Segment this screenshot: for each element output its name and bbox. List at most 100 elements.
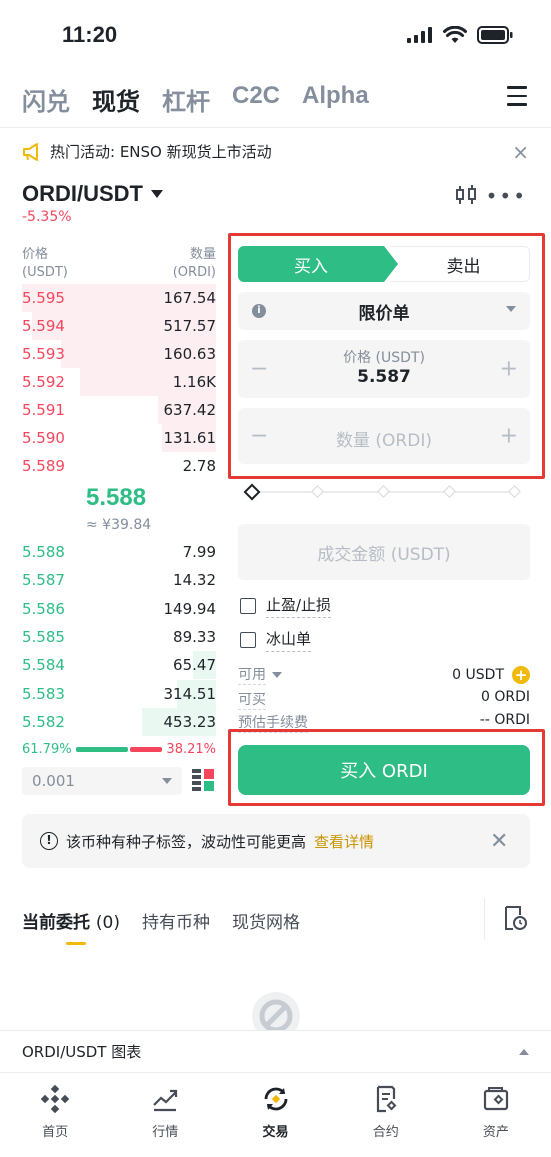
price-label: 价格 (USDT) — [343, 350, 425, 366]
warning-details-link[interactable]: 查看详情 — [314, 831, 374, 852]
alert-icon: ! — [40, 832, 58, 850]
last-price-fiat: ≈ ¥39.84 — [86, 517, 152, 533]
nav-trade[interactable]: 交易 — [220, 1073, 330, 1157]
bid-row[interactable]: 5.583 314.51 — [22, 680, 216, 708]
ask-row[interactable]: 5.593 160.63 — [22, 340, 216, 368]
orders-tabs: 当前委托 (0) 持有币种 现货网格 — [22, 908, 300, 933]
quantity-input[interactable]: − 数量 (ORDI) + — [238, 408, 530, 464]
ask-row[interactable]: 5.591 637.42 — [22, 396, 216, 424]
slider-tick-50[interactable] — [377, 485, 390, 498]
nav-assets[interactable]: 资产 — [441, 1073, 551, 1157]
ask-row[interactable]: 5.594 517.57 — [22, 312, 216, 340]
announcement-bar[interactable]: 热门活动: ENSO 新现货上市活动 — [22, 141, 272, 162]
contract-doc-icon — [376, 1085, 397, 1113]
can-buy-value: 0 ORDI — [480, 689, 530, 705]
warning-text: 该币种有种子标签，波动性可能更高 — [66, 832, 307, 851]
price-header: 价格 (USDT) — [22, 247, 68, 280]
orderbook-layout-icon[interactable] — [192, 769, 214, 791]
signal-icon — [407, 27, 432, 43]
buy-tab[interactable]: 买入 — [238, 246, 384, 282]
slider-tick-75[interactable] — [443, 485, 456, 498]
caret-down-icon — [506, 306, 516, 312]
ask-row[interactable]: 5.595 167.54 — [22, 284, 216, 312]
total-amount-input[interactable]: 成交金额 (USDT) — [238, 524, 530, 580]
add-funds-icon[interactable]: + — [512, 665, 530, 684]
tab-holdings[interactable]: 持有币种 — [142, 908, 210, 933]
trend-chart-icon — [153, 1089, 178, 1112]
nav-home[interactable]: 首页 — [0, 1073, 110, 1157]
bid-row[interactable]: 5.587 14.32 — [22, 566, 216, 594]
bid-row[interactable]: 5.585 89.33 — [22, 623, 216, 651]
menu-icon[interactable] — [507, 86, 527, 108]
price-increment-button[interactable]: + — [500, 357, 518, 382]
last-price[interactable]: 5.588 — [86, 484, 146, 512]
tab-alpha[interactable]: Alpha — [302, 82, 369, 117]
active-tab-indicator — [66, 942, 86, 945]
ask-row[interactable]: 5.589 2.78 — [22, 452, 216, 480]
nav-futures-label: 合约 — [372, 1125, 399, 1140]
precision-value: 0.001 — [32, 772, 75, 790]
qty-increment-button[interactable]: + — [500, 424, 518, 449]
can-buy-row: 可买 0 ORDI — [238, 689, 530, 710]
tab-spot[interactable]: 现货 — [92, 82, 140, 117]
slider-tick-25[interactable] — [311, 485, 324, 498]
pair-name: ORDI/USDT — [22, 181, 143, 206]
slider-handle[interactable] — [243, 483, 261, 501]
can-buy-label: 可买 — [238, 689, 266, 710]
pair-change: -5.35% — [22, 209, 72, 225]
chart-drawer-label: ORDI/USDT 图表 — [22, 1043, 142, 1061]
info-icon[interactable]: i — [252, 304, 266, 318]
close-icon[interactable]: ✕ — [490, 829, 508, 854]
bid-row[interactable]: 5.586 149.94 — [22, 595, 216, 623]
slider-tick-100[interactable] — [508, 485, 521, 498]
precision-select[interactable]: 0.001 — [22, 767, 182, 795]
empty-state-icon — [252, 992, 300, 1030]
buy-ratio: 61.79% — [22, 742, 72, 757]
nav-futures[interactable]: 合约 — [331, 1073, 441, 1157]
wifi-icon — [443, 26, 467, 43]
candlestick-icon[interactable] — [455, 184, 477, 206]
tab-spot-grid[interactable]: 现货网格 — [232, 908, 300, 933]
price-value: 5.587 — [357, 367, 411, 387]
bid-row[interactable]: 5.584 65.47 — [22, 651, 216, 679]
buy-ratio-bar — [75, 747, 128, 752]
caret-down-icon[interactable] — [272, 671, 282, 678]
bid-row[interactable]: 5.582 453.23 — [22, 708, 216, 736]
header-divider — [0, 127, 551, 128]
tab-margin[interactable]: 杠杆 — [162, 82, 210, 117]
sell-tab[interactable]: 卖出 — [390, 246, 530, 282]
chart-drawer-toggle[interactable]: ORDI/USDT 图表 — [0, 1030, 551, 1072]
status-icons — [407, 26, 513, 44]
amount-slider[interactable] — [243, 483, 521, 501]
close-icon[interactable]: × — [512, 140, 529, 164]
tab-open-orders[interactable]: 当前委托 (0) — [22, 908, 120, 933]
status-time: 11:20 — [62, 22, 118, 47]
announcement-text: 热门活动: ENSO 新现货上市活动 — [50, 143, 272, 161]
tab-c2c[interactable]: C2C — [232, 82, 280, 117]
seed-tag-warning: ! 该币种有种子标签，波动性可能更高 查看详情 — [22, 814, 530, 868]
tab-convert[interactable]: 闪兑 — [22, 82, 70, 117]
tp-sl-checkbox[interactable]: 止盈/止损 — [240, 594, 332, 618]
order-history-icon[interactable] — [502, 905, 528, 931]
qty-header: 数量 (ORDI) — [172, 247, 216, 280]
nav-home-label: 首页 — [42, 1125, 69, 1140]
buy-button[interactable]: 买入 ORDI — [238, 745, 530, 795]
top-nav: 闪兑 现货 杠杆 C2C Alpha — [22, 82, 369, 117]
wallet-icon — [483, 1087, 509, 1111]
ratio-bar — [75, 747, 163, 752]
iceberg-checkbox[interactable]: 冰山单 — [240, 628, 312, 652]
ask-row[interactable]: 5.590 131.61 — [22, 424, 216, 452]
battery-icon — [477, 26, 513, 44]
price-input[interactable]: − 价格 (USDT) 5.587 + — [238, 340, 530, 398]
checkbox-icon[interactable] — [240, 598, 256, 614]
sell-ratio-bar — [130, 747, 163, 752]
order-type-select[interactable]: i 限价单 — [238, 292, 530, 330]
quantity-placeholder: 数量 (ORDI) — [336, 431, 432, 451]
nav-markets[interactable]: 行情 — [110, 1073, 220, 1157]
pair-selector[interactable]: ORDI/USDT — [22, 181, 163, 207]
bid-row[interactable]: 5.588 7.99 — [22, 538, 216, 566]
more-icon[interactable]: ••• — [486, 184, 527, 208]
checkbox-icon[interactable] — [240, 632, 256, 648]
megaphone-icon — [23, 142, 38, 161]
ask-row[interactable]: 5.592 1.16K — [22, 368, 216, 396]
